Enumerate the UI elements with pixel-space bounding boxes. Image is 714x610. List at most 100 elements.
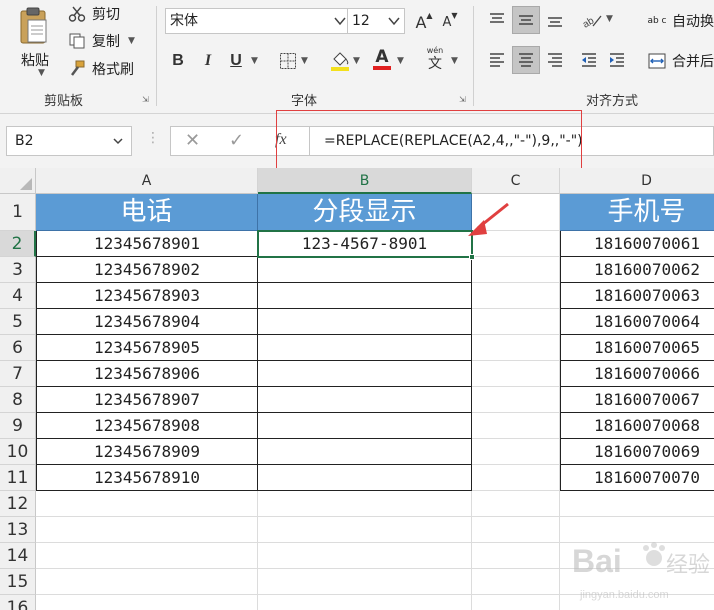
cell-a6[interactable]: 12345678905 [36,335,258,361]
row-header-7[interactable]: 7 [0,361,36,387]
cell-c14[interactable] [472,543,560,569]
cell-b13[interactable] [258,517,472,543]
fill-color-button[interactable] [327,47,353,75]
cell-a5[interactable]: 12345678904 [36,309,258,335]
phonetic-dropdown-arrow[interactable]: ▼ [451,56,458,66]
cell-b8[interactable] [258,387,472,413]
cell-b10[interactable] [258,439,472,465]
row-header-14[interactable]: 14 [0,543,36,569]
cell-d11[interactable]: 18160070070 [560,465,714,491]
row-header-1[interactable]: 1 [0,194,36,231]
row-header-2[interactable]: 2 [0,231,36,257]
copy-button[interactable]: 复制 ▼ [66,29,135,53]
cell-c12[interactable] [472,491,560,517]
decrease-indent-button[interactable] [576,46,602,74]
copy-dropdown-arrow[interactable]: ▼ [128,36,135,46]
cell-c5[interactable] [472,309,560,335]
row-header-9[interactable]: 9 [0,413,36,439]
cell-c9[interactable] [472,413,560,439]
cell-a15[interactable] [36,569,258,595]
cell-b14[interactable] [258,543,472,569]
underline-button[interactable]: U [223,47,249,75]
cell-b6[interactable] [258,335,472,361]
increase-indent-button[interactable] [604,46,630,74]
cell-a1[interactable]: 电话 [36,194,258,231]
paste-dropdown-arrow[interactable]: ▼ [38,68,45,78]
row-header-11[interactable]: 11 [0,465,36,491]
row-header-5[interactable]: 5 [0,309,36,335]
select-all-button[interactable] [0,168,36,194]
row-header-12[interactable]: 12 [0,491,36,517]
cell-d9[interactable]: 18160070068 [560,413,714,439]
cell-c15[interactable] [472,569,560,595]
align-middle-button[interactable] [512,6,540,34]
cut-button[interactable]: 剪切 [66,2,120,26]
cell-c10[interactable] [472,439,560,465]
column-header-d[interactable]: D [560,168,714,194]
cell-d6[interactable]: 18160070065 [560,335,714,361]
cell-d14[interactable] [560,543,714,569]
format-painter-button[interactable]: 格式刷 [66,57,134,81]
orientation-dropdown-arrow[interactable]: ▼ [606,14,613,24]
cell-c4[interactable] [472,283,560,309]
cell-d1[interactable]: 手机号 [560,194,714,231]
align-center-button[interactable] [512,46,540,74]
cell-a4[interactable]: 12345678903 [36,283,258,309]
column-header-b[interactable]: B [258,168,472,194]
font-size-dropdown[interactable]: 12 [347,8,405,34]
cell-d2[interactable]: 18160070061 [560,231,714,257]
row-header-4[interactable]: 4 [0,283,36,309]
cell-b16[interactable] [258,595,472,610]
spreadsheet-grid[interactable]: A B C D 电话 分段显示 手机号 12345678901 123-4567-890… [0,168,714,610]
shrink-font-button[interactable]: A ▼ [439,8,461,36]
formula-bar-splitter-icon[interactable]: ⋮ [146,130,160,146]
row-header-8[interactable]: 8 [0,387,36,413]
cell-d8[interactable]: 18160070067 [560,387,714,413]
cell-d3[interactable]: 18160070062 [560,257,714,283]
cell-b9[interactable] [258,413,472,439]
borders-dropdown-arrow[interactable]: ▼ [301,56,308,66]
cell-d12[interactable] [560,491,714,517]
cell-c8[interactable] [472,387,560,413]
row-header-10[interactable]: 10 [0,439,36,465]
cell-b5[interactable] [258,309,472,335]
cell-b11[interactable] [258,465,472,491]
cell-c2[interactable] [472,231,560,257]
cell-d16[interactable] [560,595,714,610]
align-left-button[interactable] [484,46,510,74]
font-dialog-launcher-icon[interactable]: ⇲ [459,95,469,105]
column-header-c[interactable]: C [472,168,560,194]
cell-a16[interactable] [36,595,258,610]
cell-c1[interactable] [472,194,560,231]
merge-center-button[interactable]: 合并后 [646,49,714,73]
cell-d7[interactable]: 18160070066 [560,361,714,387]
formula-input[interactable]: =REPLACE(REPLACE(A2,4,,"-"),9,,"-") [310,126,714,156]
cell-b4[interactable] [258,283,472,309]
name-box[interactable]: B2 [6,126,132,156]
cell-a11[interactable]: 12345678910 [36,465,258,491]
cell-a9[interactable]: 12345678908 [36,413,258,439]
enter-icon[interactable]: ✓ [229,130,244,151]
row-header-15[interactable]: 15 [0,569,36,595]
bold-button[interactable]: B [165,47,191,75]
cell-c16[interactable] [472,595,560,610]
cell-d5[interactable]: 18160070064 [560,309,714,335]
orientation-button[interactable]: ab [578,6,606,34]
wrap-text-button[interactable]: ab c 自动换 [646,9,714,33]
borders-button[interactable] [275,47,301,75]
cell-d15[interactable] [560,569,714,595]
cell-c13[interactable] [472,517,560,543]
grow-font-button[interactable]: A ▲ [413,8,435,36]
cell-d4[interactable]: 18160070063 [560,283,714,309]
insert-function-icon[interactable]: fx [275,131,287,149]
align-top-button[interactable] [484,6,510,34]
cell-c3[interactable] [472,257,560,283]
row-header-6[interactable]: 6 [0,335,36,361]
cell-b7[interactable] [258,361,472,387]
cell-b12[interactable] [258,491,472,517]
row-header-3[interactable]: 3 [0,257,36,283]
cell-a8[interactable]: 12345678907 [36,387,258,413]
cell-a10[interactable]: 12345678909 [36,439,258,465]
cell-a14[interactable] [36,543,258,569]
cell-b15[interactable] [258,569,472,595]
